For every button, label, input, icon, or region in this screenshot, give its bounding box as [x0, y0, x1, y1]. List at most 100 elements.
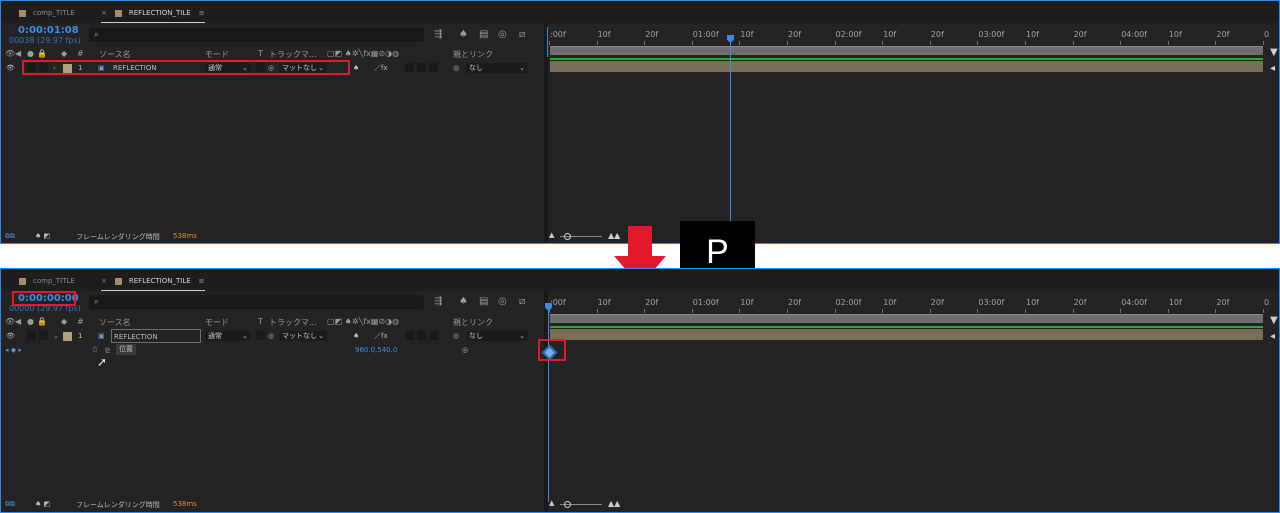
ruler-tick-label: 10f	[597, 30, 611, 39]
motion-blur-icon[interactable]: ◎	[498, 296, 507, 308]
zoom-out-icon[interactable]: ▲	[549, 499, 554, 507]
shy-switch-icon[interactable]: ♠	[353, 61, 359, 75]
parent-dropdown[interactable]: なし ⌄	[466, 331, 528, 341]
blend-mode-value: 通常	[208, 332, 222, 340]
ruler-tick-mark	[1025, 309, 1026, 313]
tab-underline	[101, 290, 205, 291]
current-time-display[interactable]: 0:00:01:08	[18, 25, 79, 36]
3d-layer-toggle[interactable]	[429, 63, 438, 72]
ruler-tick-label: 10f	[1026, 30, 1039, 39]
ruler-tick-mark	[1120, 309, 1122, 313]
zoom-marker-icon[interactable]: ▼	[1270, 47, 1278, 59]
search-field[interactable]: ⌕	[89, 28, 424, 42]
shy-layers-icon[interactable]: ♠	[459, 296, 468, 308]
ruler-tick-mark	[787, 41, 788, 45]
ruler-tick-mark	[1072, 309, 1074, 313]
tab-reflection-tile[interactable]: × REFLECTION_TILE ≡	[101, 273, 205, 291]
comp-mini-flowchart-icon[interactable]: ⇶	[434, 296, 442, 308]
timeline-scrollbar[interactable]: ▼ ◂	[1270, 291, 1279, 506]
timeline-scrollbar[interactable]: ▼ ◂	[1270, 23, 1279, 238]
chevron-down-icon[interactable]: ⌄	[53, 329, 59, 343]
zoom-out-icon[interactable]: ▲	[549, 231, 554, 239]
render-icons[interactable]: ♠ ◩	[35, 232, 50, 240]
lock-toggle[interactable]	[39, 331, 48, 340]
pickwhip-icon[interactable]: ◎	[453, 329, 459, 343]
column-mode: モード	[205, 50, 229, 59]
quality-switch-icon[interactable]: ／fx	[374, 329, 388, 343]
layer-row-highlight	[22, 60, 350, 75]
layer-duration-bar[interactable]	[550, 329, 1263, 340]
ruler-tick-mark	[739, 309, 741, 313]
menu-icon[interactable]: ≡	[199, 277, 205, 285]
blend-mode-dropdown[interactable]: 通常 ⌄	[205, 331, 251, 341]
quality-switch-icon[interactable]: ／fx	[374, 61, 388, 75]
layer-duration-bar[interactable]	[550, 61, 1263, 72]
frame-blending-icon[interactable]: ▤	[479, 296, 488, 308]
zoom-marker-icon[interactable]: ▼	[1270, 315, 1278, 327]
column-parent-link: 親とリンク	[453, 318, 493, 327]
shy-layers-icon[interactable]: ♠	[459, 29, 468, 41]
work-area-start[interactable]	[547, 27, 548, 57]
chevron-left-icon[interactable]: ◂	[1270, 331, 1275, 343]
3d-layer-toggle[interactable]	[429, 331, 438, 340]
motion-blur-icon[interactable]: ◎	[498, 29, 507, 41]
motion-blur-toggle[interactable]	[405, 63, 414, 72]
close-icon[interactable]: ×	[101, 277, 107, 285]
ruler-tick-label: 03:00f	[978, 298, 1005, 307]
close-icon[interactable]: ×	[101, 9, 107, 17]
chevron-down-icon: ⌄	[242, 332, 248, 340]
chevron-left-icon[interactable]: ◂	[1270, 63, 1275, 75]
search-field[interactable]: ⌕	[89, 295, 424, 309]
shy-switch-icon[interactable]: ♠	[353, 329, 359, 343]
adjustment-toggle[interactable]	[417, 63, 426, 72]
tab-reflection-tile[interactable]: × REFLECTION_TILE ≡	[101, 5, 205, 23]
ruler-tick-label: 20f	[645, 298, 659, 307]
eye-icon: 👁	[5, 317, 16, 326]
motion-blur-toggle[interactable]	[405, 331, 414, 340]
tab-bar: comp_TITLE × REFLECTION_TILE ≡	[1, 269, 1279, 291]
zoom-in-icon[interactable]: ▲▲	[608, 499, 620, 508]
parent-dropdown[interactable]: なし ⌄	[466, 63, 528, 73]
menu-icon[interactable]: ≡	[199, 9, 205, 17]
ruler-tick-mark	[1263, 309, 1264, 313]
zoom-thumb[interactable]	[564, 501, 571, 508]
comp-mini-flowchart-icon[interactable]: ⇶	[434, 29, 442, 41]
ruler-tick-mark	[834, 309, 836, 313]
ruler-tick-mark	[929, 41, 931, 45]
graph-editor-icon[interactable]: ⧄	[519, 296, 525, 308]
zoom-slider[interactable]: ▲ ▲▲	[548, 499, 646, 511]
ruler-tick-label: 04:00f	[1121, 30, 1148, 39]
property-row-position[interactable]: ◂ ◆ ▸ ⏱ ⊵ 位置 960.0,540.0 ◎	[1, 343, 541, 357]
ruler-tick-label: 20f	[1216, 30, 1230, 39]
frame-blending-icon[interactable]: ▤	[479, 29, 488, 41]
eye-icon[interactable]: 👁	[6, 329, 15, 343]
label-color-swatch[interactable]	[63, 332, 72, 341]
pickwhip-icon[interactable]: ◎	[453, 61, 459, 75]
layer-name[interactable]: REFLECTION	[111, 329, 201, 343]
layer-switches-icon[interactable]: ⧉⧉	[5, 500, 15, 509]
preserve-transparency-toggle[interactable]	[256, 331, 265, 340]
work-area-bar[interactable]	[550, 314, 1263, 323]
keyframe-highlight	[538, 339, 566, 361]
work-area-bar[interactable]	[550, 46, 1263, 55]
eye-icon[interactable]: 👁	[6, 61, 15, 75]
layer-row[interactable]: 👁 ⌄ 1 ▣ REFLECTION 通常 ⌄ ◎ マットなし ⌄ ♠ ／fx ◎ …	[1, 329, 541, 343]
zoom-thumb[interactable]	[564, 233, 571, 240]
adjustment-toggle[interactable]	[417, 331, 426, 340]
pickwhip-icon[interactable]: ◎	[462, 343, 468, 357]
ruler-tick-mark	[596, 41, 598, 45]
tab-comp-title[interactable]: comp_TITLE	[19, 5, 75, 21]
ruler-tick-mark	[739, 41, 741, 45]
keyframe-navigator[interactable]: ◂ ◆ ▸	[5, 343, 22, 357]
render-icons[interactable]: ♠ ◩	[35, 500, 50, 508]
playhead-line[interactable]	[548, 309, 549, 502]
tab-comp-title[interactable]: comp_TITLE	[19, 273, 75, 289]
track-matte-dropdown[interactable]: マットなし ⌄	[279, 331, 327, 341]
solo-toggle[interactable]	[27, 331, 36, 340]
ruler-tick-mark	[1120, 41, 1122, 45]
property-value[interactable]: 960.0,540.0	[355, 343, 397, 357]
graph-editor-icon[interactable]: ⧄	[519, 29, 525, 41]
column-parent-link: 親とリンク	[453, 50, 493, 59]
playhead-line[interactable]	[730, 41, 731, 232]
layer-switches-icon[interactable]: ⧉⧉	[5, 232, 15, 241]
